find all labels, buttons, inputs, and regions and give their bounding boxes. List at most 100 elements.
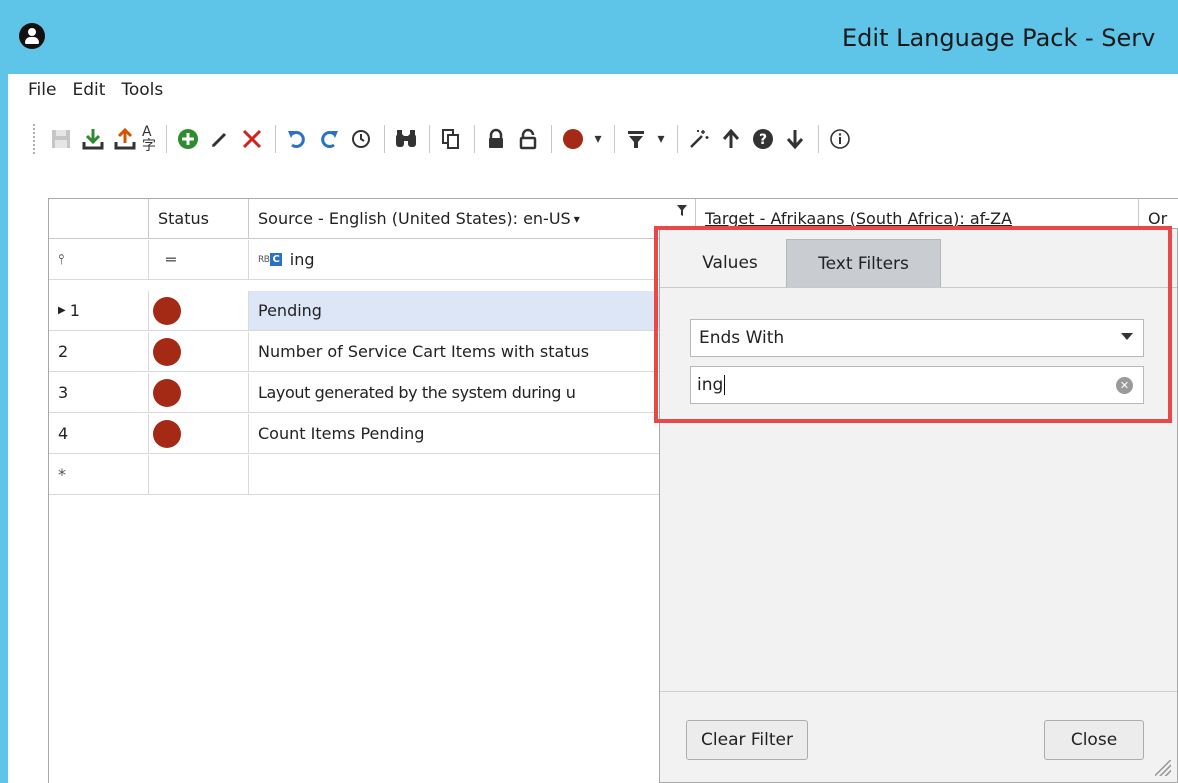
- status-cell[interactable]: [149, 373, 249, 412]
- toolbar-separator: [614, 125, 615, 153]
- toolbar-separator: [551, 125, 552, 153]
- column-header-status[interactable]: Status: [149, 199, 249, 238]
- status-icon[interactable]: [558, 122, 588, 156]
- toolbar-separator: [474, 125, 475, 153]
- toolbar-separator: [384, 125, 385, 153]
- filter-value-text: ing: [697, 375, 724, 395]
- pin-icon: ⫯: [58, 251, 65, 268]
- edit-icon[interactable]: [205, 122, 235, 156]
- row-number: 3: [58, 383, 69, 402]
- clear-filter-button[interactable]: Clear Filter: [686, 720, 808, 760]
- filter-row-indicator: ⫯: [49, 240, 149, 279]
- tab-values[interactable]: Values: [674, 239, 786, 287]
- unlock-icon[interactable]: [513, 122, 543, 156]
- sort-dropdown-icon[interactable]: ▾: [574, 212, 580, 226]
- source-text: Number of Service Cart Items with status: [258, 342, 590, 361]
- source-filter-cell[interactable]: RB C ing: [249, 240, 696, 279]
- menu-tools[interactable]: Tools: [121, 80, 163, 106]
- row-header[interactable]: 3: [49, 373, 149, 412]
- column-filter-icon[interactable]: [677, 205, 687, 221]
- status-cell[interactable]: [149, 455, 249, 494]
- down-arrow-icon[interactable]: [780, 122, 810, 156]
- source-cell[interactable]: [249, 455, 696, 494]
- toolbar-grip[interactable]: [32, 123, 36, 155]
- source-text: Pending: [258, 301, 322, 320]
- translate-icon[interactable]: A字: [142, 122, 158, 156]
- source-text: Count Items Pending: [258, 424, 425, 443]
- source-text: Layout generated by the system during u: [258, 383, 576, 402]
- resize-grip-icon[interactable]: [1155, 760, 1171, 776]
- status-cell[interactable]: [149, 291, 249, 330]
- add-icon[interactable]: [173, 122, 203, 156]
- wand-icon[interactable]: [684, 122, 714, 156]
- row-header-corner[interactable]: [49, 199, 149, 238]
- row-number: 1: [69, 301, 80, 320]
- info-icon[interactable]: [825, 122, 855, 156]
- source-cell[interactable]: Pending: [249, 291, 696, 330]
- history-icon[interactable]: [346, 122, 376, 156]
- row-header[interactable]: 2: [49, 332, 149, 371]
- tab-text-filters[interactable]: Text Filters: [786, 239, 941, 287]
- menu-file[interactable]: File: [28, 80, 56, 106]
- status-cell[interactable]: [149, 332, 249, 371]
- delete-icon[interactable]: [237, 122, 267, 156]
- filter-tabs: Values Text Filters: [660, 229, 1177, 291]
- filter-value-input[interactable]: ing ✕: [690, 366, 1144, 404]
- toolbar-separator: [275, 125, 276, 153]
- status-dot-icon: [153, 337, 181, 366]
- status-dot-icon: [153, 419, 181, 448]
- toolbar-separator: [429, 125, 430, 153]
- row-header[interactable]: ▶ 1: [49, 291, 149, 330]
- chevron-down-icon[interactable]: [1121, 333, 1133, 340]
- column-header-label: Target - Afrikaans (South Africa): af-ZA: [705, 209, 1013, 228]
- toolbar-separator: [166, 125, 167, 153]
- export-icon[interactable]: [110, 122, 140, 156]
- find-icon[interactable]: [391, 122, 421, 156]
- row-header[interactable]: 4: [49, 414, 149, 453]
- source-cell[interactable]: Layout generated by the system during u: [249, 373, 696, 412]
- menu-edit[interactable]: Edit: [72, 80, 105, 106]
- lock-icon[interactable]: [481, 122, 511, 156]
- filter-operator[interactable]: ═: [166, 250, 176, 269]
- text-filter-icon[interactable]: RB C: [258, 253, 282, 266]
- window-title: Edit Language Pack - Serv: [842, 24, 1156, 52]
- source-filter-value[interactable]: ing: [290, 250, 315, 269]
- new-row-icon: *: [58, 465, 66, 484]
- undo-icon[interactable]: [282, 122, 312, 156]
- status-dropdown-icon[interactable]: ▾: [590, 122, 606, 156]
- row-header[interactable]: *: [49, 455, 149, 494]
- filter-icon[interactable]: [621, 122, 651, 156]
- column-header-label: Or: [1148, 209, 1168, 228]
- toolbar-separator: [818, 125, 819, 153]
- status-cell[interactable]: [149, 414, 249, 453]
- close-button[interactable]: Close: [1044, 720, 1144, 760]
- filter-dropdown-icon[interactable]: ▾: [653, 122, 669, 156]
- condition-select[interactable]: Ends With: [690, 319, 1144, 357]
- status-dot-icon: [153, 378, 181, 407]
- redo-icon[interactable]: [314, 122, 344, 156]
- app-user-icon[interactable]: [19, 23, 45, 49]
- save-icon[interactable]: [46, 122, 76, 156]
- help-icon[interactable]: ?: [748, 122, 778, 156]
- clear-input-icon[interactable]: ✕: [1116, 377, 1133, 394]
- status-dot-icon: [153, 296, 181, 325]
- column-header-source[interactable]: Source - English (United States): en-US …: [249, 199, 696, 238]
- source-cell[interactable]: Count Items Pending: [249, 414, 696, 453]
- import-icon[interactable]: [78, 122, 108, 156]
- column-header-label: Source - English (United States): en-US: [258, 209, 571, 228]
- copy-icon[interactable]: [436, 122, 466, 156]
- svg-text:?: ?: [759, 132, 767, 148]
- source-cell[interactable]: Number of Service Cart Items with status: [249, 332, 696, 371]
- current-row-icon: ▶: [58, 305, 66, 316]
- text-cursor: [724, 375, 726, 395]
- row-number: 4: [58, 424, 69, 443]
- up-arrow-icon[interactable]: [716, 122, 746, 156]
- window-frame-left: [0, 0, 8, 783]
- title-bar: Edit Language Pack - Serv: [0, 0, 1178, 74]
- footer-divider: [660, 691, 1177, 692]
- tab-divider: [660, 287, 1177, 288]
- status-filter-cell[interactable]: ═: [149, 240, 249, 279]
- condition-value: Ends With: [699, 328, 785, 348]
- row-number: 2: [58, 342, 69, 361]
- column-header-label: Status: [158, 209, 209, 228]
